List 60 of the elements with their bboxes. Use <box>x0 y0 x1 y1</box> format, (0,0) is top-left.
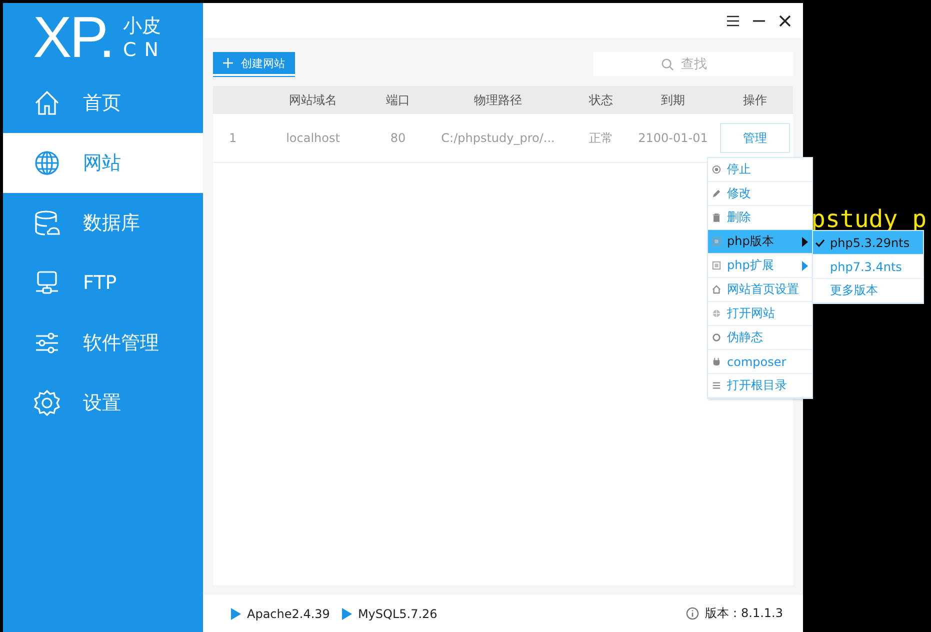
menu-item[interactable]: composer <box>708 350 812 374</box>
menu-item[interactable]: php7.3.4nts <box>813 255 923 279</box>
sidebar-item[interactable]: 首页 <box>3 73 203 133</box>
logo-text: CN <box>123 38 166 62</box>
sidebar-item[interactable]: 软件管理 <box>3 313 203 373</box>
column-header: 网站域名 <box>288 92 338 108</box>
database-icon <box>33 209 61 237</box>
table-cell-text: localhost <box>285 131 341 145</box>
close-icon[interactable] <box>779 14 791 26</box>
plug-icon <box>712 357 721 366</box>
home-icon <box>712 285 721 294</box>
manage-button[interactable]: 管理 <box>720 123 790 153</box>
logo-text: 小皮 <box>123 14 162 38</box>
menu-item[interactable]: 伪静态 <box>708 326 812 350</box>
list-icon <box>712 381 721 390</box>
menu-item[interactable]: 打开根目录 <box>708 374 812 398</box>
sidebar-item[interactable]: 网站 <box>3 133 203 193</box>
check-icon <box>815 238 825 248</box>
sidebar-item[interactable]: 数据库 <box>3 193 203 253</box>
sidebar-item[interactable]: FTP <box>3 253 203 313</box>
table-cell-text: 1 <box>228 131 238 145</box>
create-site-button[interactable]: 创建网站 <box>213 52 295 76</box>
table-cell-text: C:/phpstudy_pro/... <box>440 131 556 145</box>
service-label: MySQL5.7.26 <box>358 606 438 620</box>
column-header: 物理路径 <box>473 92 523 108</box>
home-icon <box>33 89 61 117</box>
sidebar-item[interactable]: 设置 <box>3 373 203 433</box>
column-header: 到期 <box>660 92 686 108</box>
square-icon <box>712 237 721 246</box>
menu-item[interactable]: php5.3.29nts <box>813 231 923 255</box>
ring-icon <box>712 333 721 342</box>
menu-item[interactable]: 更多版本 <box>813 279 923 303</box>
play-icon[interactable] <box>342 608 352 620</box>
table-cell-text: 2100-01-01 <box>637 131 709 145</box>
pencil-icon <box>712 189 721 198</box>
column-header: 状态 <box>588 92 614 108</box>
plus-icon <box>223 58 233 68</box>
square-icon <box>712 261 721 270</box>
menu-item[interactable]: 打开网站 <box>708 302 812 326</box>
menu-icon[interactable] <box>727 14 739 26</box>
column-header: 操作 <box>742 92 768 108</box>
play-icon[interactable] <box>231 608 241 620</box>
search-icon <box>661 58 674 71</box>
search-field[interactable]: 查找 <box>593 52 793 76</box>
stop-icon <box>712 165 721 174</box>
logo-mark: XP. <box>33 8 114 68</box>
table-cell-text: 80 <box>389 131 407 145</box>
menu-item[interactable]: 修改 <box>708 182 812 206</box>
gear-icon <box>33 389 61 417</box>
globe-icon <box>712 309 721 318</box>
table-cell-text: 正常 <box>588 130 614 146</box>
service-label: Apache2.4.39 <box>247 606 330 620</box>
column-header: 端口 <box>385 92 411 108</box>
info-icon <box>686 607 700 620</box>
monitor-icon <box>33 269 61 297</box>
globe-icon <box>33 149 61 177</box>
menu-item[interactable]: php版本 <box>708 230 812 254</box>
menu-item[interactable]: 停止 <box>708 158 812 182</box>
trash-icon <box>712 213 721 222</box>
version-label: 版本：8.1.1.3 <box>705 605 783 622</box>
